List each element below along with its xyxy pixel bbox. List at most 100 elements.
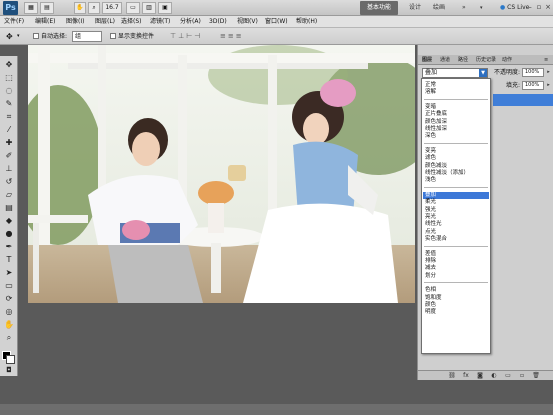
gradient-tool-icon[interactable]: ▤ (3, 202, 15, 213)
menu-file[interactable]: 文件(F) (4, 17, 24, 27)
hand-tool-icon[interactable]: ✋ (74, 2, 86, 14)
delete-layer-icon[interactable]: 🗑 (532, 372, 540, 380)
tool-preset-dropdown-icon[interactable]: ▾ (17, 32, 20, 41)
brush-tool-icon[interactable]: ✐ (3, 150, 15, 161)
tab-paths[interactable]: 路径 (458, 56, 468, 64)
blend-mode-select[interactable]: 叠加 ▼ (422, 68, 488, 78)
workspace-essentials-button[interactable]: 基本功能 (360, 1, 398, 15)
quick-selection-tool-icon[interactable]: ✎ (3, 98, 15, 109)
blend-item[interactable]: 颜色加深 (425, 119, 447, 126)
menu-image[interactable]: 图像(I) (66, 17, 84, 27)
eraser-tool-icon[interactable]: ▱ (3, 189, 15, 200)
blend-item[interactable]: 明度 (425, 309, 436, 316)
tab-layers[interactable]: 图层 (422, 56, 432, 64)
blend-item[interactable]: 色相 (425, 287, 436, 294)
blend-item[interactable]: 颜色 (425, 302, 436, 309)
close-icon[interactable]: × (544, 3, 552, 12)
bridge-icon[interactable]: ▦ (24, 2, 38, 14)
blend-item[interactable]: 正片叠底 (425, 111, 447, 118)
arrange-documents-icon[interactable]: ▥ (142, 2, 156, 14)
distribute-buttons-icon[interactable]: ≡≡≡ (220, 32, 244, 41)
menu-layer[interactable]: 图层(L) (95, 17, 115, 27)
auto-select-target-select[interactable]: 组 (72, 31, 102, 42)
blend-item[interactable]: 亮光 (425, 214, 436, 221)
blend-item[interactable]: 变暗 (425, 104, 436, 111)
screen-mode-icon[interactable]: ▣ (158, 2, 172, 14)
layer-style-icon[interactable]: fx (462, 372, 470, 380)
blend-item[interactable]: 柔光 (425, 199, 436, 206)
type-tool-icon[interactable]: T (3, 254, 15, 265)
link-layers-icon[interactable]: ⛓ (448, 372, 456, 380)
blend-item[interactable]: 排除 (425, 258, 436, 265)
healing-brush-tool-icon[interactable]: ✚ (3, 137, 15, 148)
quick-mask-icon[interactable]: ◘ (3, 365, 15, 376)
align-buttons-icon[interactable]: ⊤⊥⊢⊣ (170, 32, 202, 41)
move-tool-icon[interactable]: ✥ (3, 59, 15, 70)
auto-select-checkbox[interactable] (33, 33, 39, 39)
selected-layer-row[interactable] (493, 94, 553, 106)
shape-tool-icon[interactable]: ▭ (3, 280, 15, 291)
path-selection-tool-icon[interactable]: ➤ (3, 267, 15, 278)
blend-item[interactable]: 饱和度 (425, 295, 442, 302)
new-layer-icon[interactable]: ▫ (518, 372, 526, 380)
blend-item[interactable]: 溶解 (425, 89, 436, 96)
blend-item[interactable]: 强光 (425, 207, 436, 214)
maximize-icon[interactable]: ▫ (535, 3, 543, 12)
blend-item[interactable]: 正常 (425, 82, 436, 89)
workspace-menu-icon[interactable]: ▾ (480, 1, 483, 15)
blend-item[interactable]: 划分 (425, 273, 436, 280)
blend-item[interactable]: 深色 (425, 133, 436, 140)
dodge-tool-icon[interactable]: ● (3, 228, 15, 239)
blend-item[interactable]: 点光 (425, 229, 436, 236)
adjustment-layer-icon[interactable]: ◐ (490, 372, 498, 380)
fill-field[interactable]: 100% (522, 81, 544, 90)
workspace-more-icon[interactable]: » (462, 1, 466, 15)
mini-bridge-icon[interactable]: ▤ (40, 2, 54, 14)
blend-item[interactable]: 变亮 (425, 148, 436, 155)
opacity-field[interactable]: 100% (522, 68, 544, 77)
3d-orbit-tool-icon[interactable]: ◎ (3, 306, 15, 317)
tab-channels[interactable]: 通道 (440, 56, 450, 64)
tab-history[interactable]: 历史记录 (476, 56, 496, 64)
blend-item[interactable]: 减去 (425, 265, 436, 272)
tab-actions[interactable]: 动作 (502, 56, 512, 64)
blend-item[interactable]: 叠加 (425, 192, 436, 199)
3d-rotate-tool-icon[interactable]: ⟳ (3, 293, 15, 304)
menu-select[interactable]: 选择(S) (121, 17, 142, 27)
clone-stamp-tool-icon[interactable]: ⊥ (3, 163, 15, 174)
new-group-icon[interactable]: ▭ (504, 372, 512, 380)
blend-item[interactable]: 颜色减淡 (425, 163, 447, 170)
menu-3d[interactable]: 3D(D) (209, 17, 227, 27)
menu-window[interactable]: 窗口(W) (265, 17, 288, 27)
fill-slider-icon[interactable]: ▸ (545, 81, 552, 90)
blend-item[interactable]: 浅色 (425, 177, 436, 184)
background-color-swatch[interactable] (6, 355, 15, 364)
cs-live-button[interactable]: ● CS Live (500, 1, 529, 15)
lasso-tool-icon[interactable]: ◌ (3, 85, 15, 96)
blur-tool-icon[interactable]: ◆ (3, 215, 15, 226)
zoom-tool-icon[interactable]: ⌕ (88, 2, 100, 14)
menu-edit[interactable]: 编辑(E) (35, 17, 55, 27)
crop-tool-icon[interactable]: ⌗ (3, 111, 15, 122)
menu-filter[interactable]: 滤镜(T) (150, 17, 170, 27)
marquee-tool-icon[interactable]: ⬚ (3, 72, 15, 83)
blend-item[interactable]: 实色混合 (425, 236, 447, 243)
history-brush-tool-icon[interactable]: ↺ (3, 176, 15, 187)
menu-help[interactable]: 帮助(H) (296, 17, 317, 27)
blend-item[interactable]: 线性光 (425, 221, 442, 228)
minimize-icon[interactable]: – (526, 3, 534, 12)
add-mask-icon[interactable]: ◙ (476, 372, 484, 380)
view-extras-icon[interactable]: ▭ (126, 2, 140, 14)
blend-item[interactable]: 线性减淡（添加） (425, 170, 469, 177)
panel-menu-icon[interactable]: ≡ (544, 56, 548, 64)
hand-tool-icon[interactable]: ✋ (3, 319, 15, 330)
show-transform-controls-checkbox[interactable] (110, 33, 116, 39)
blend-item[interactable]: 线性加深 (425, 126, 447, 133)
eyedropper-tool-icon[interactable]: ⁄ (3, 124, 15, 135)
menu-analysis[interactable]: 分析(A) (180, 17, 201, 27)
zoom-level[interactable]: 16.7 (102, 2, 122, 14)
move-tool-preset-icon[interactable]: ✥ (6, 32, 13, 41)
opacity-slider-icon[interactable]: ▸ (545, 68, 552, 77)
menu-view[interactable]: 视图(V) (237, 17, 258, 27)
blend-item[interactable]: 滤色 (425, 155, 436, 162)
